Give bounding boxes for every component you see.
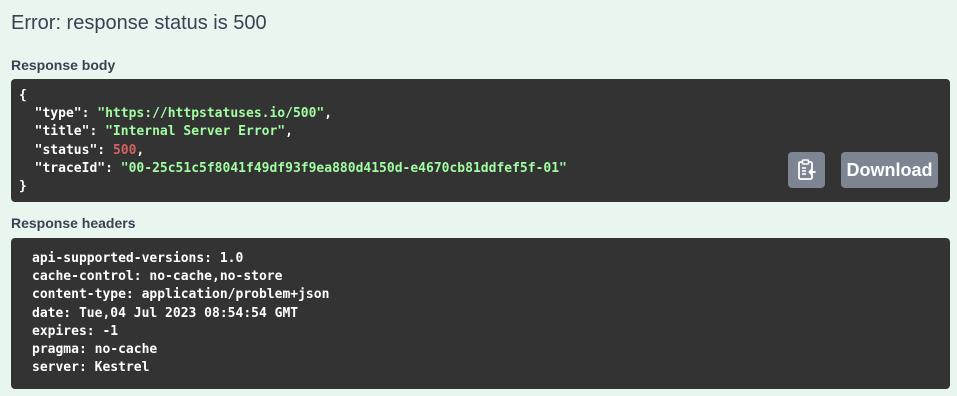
header-line: cache-control: no-cache,no-store <box>32 269 283 285</box>
json-comma: , <box>136 142 145 158</box>
response-headers-label: Response headers <box>11 215 136 231</box>
json-string-value: "https://httpstatuses.io/500" <box>97 106 325 122</box>
header-line: api-supported-versions: 1.0 <box>32 251 244 266</box>
json-key: "type" <box>34 106 82 122</box>
error-title: Error: response status is 500 <box>11 12 267 34</box>
json-comma: , <box>285 124 293 140</box>
header-line: expires: -1 <box>32 323 119 339</box>
json-key: "status" <box>34 142 98 158</box>
response-headers-code[interactable]: api-supported-versions: 1.0 cache-contro… <box>11 238 950 389</box>
json-open-brace: { <box>19 88 27 103</box>
json-string-value: "Internal Server Error" <box>105 124 286 140</box>
json-line-type: "type": "https://httpstatuses.io/500", <box>19 105 950 123</box>
json-colon: : <box>89 124 106 140</box>
json-key: "title" <box>34 124 90 140</box>
json-key: "traceId" <box>34 160 106 176</box>
json-colon: : <box>97 142 113 158</box>
clipboard-icon <box>797 159 816 180</box>
header-line: content-type: application/problem+json <box>32 287 330 303</box>
copy-to-clipboard-button[interactable] <box>788 152 825 188</box>
header-line: date: Tue,04 Jul 2023 08:54:54 GMT <box>32 305 299 321</box>
header-line: pragma: no-cache <box>32 341 158 357</box>
json-string-value: "00-25c51c5f8041f49df93f9ea880d4150d-e46… <box>120 160 567 176</box>
json-comma: , <box>324 106 333 122</box>
json-line-title: "title": "Internal Server Error", <box>19 123 950 141</box>
download-button[interactable]: Download <box>841 152 938 188</box>
json-colon: : <box>105 160 121 176</box>
response-body-label: Response body <box>11 57 116 73</box>
json-number-value: 500 <box>112 142 137 158</box>
json-colon: : <box>81 106 98 122</box>
header-line: server: Kestrel <box>32 360 150 376</box>
